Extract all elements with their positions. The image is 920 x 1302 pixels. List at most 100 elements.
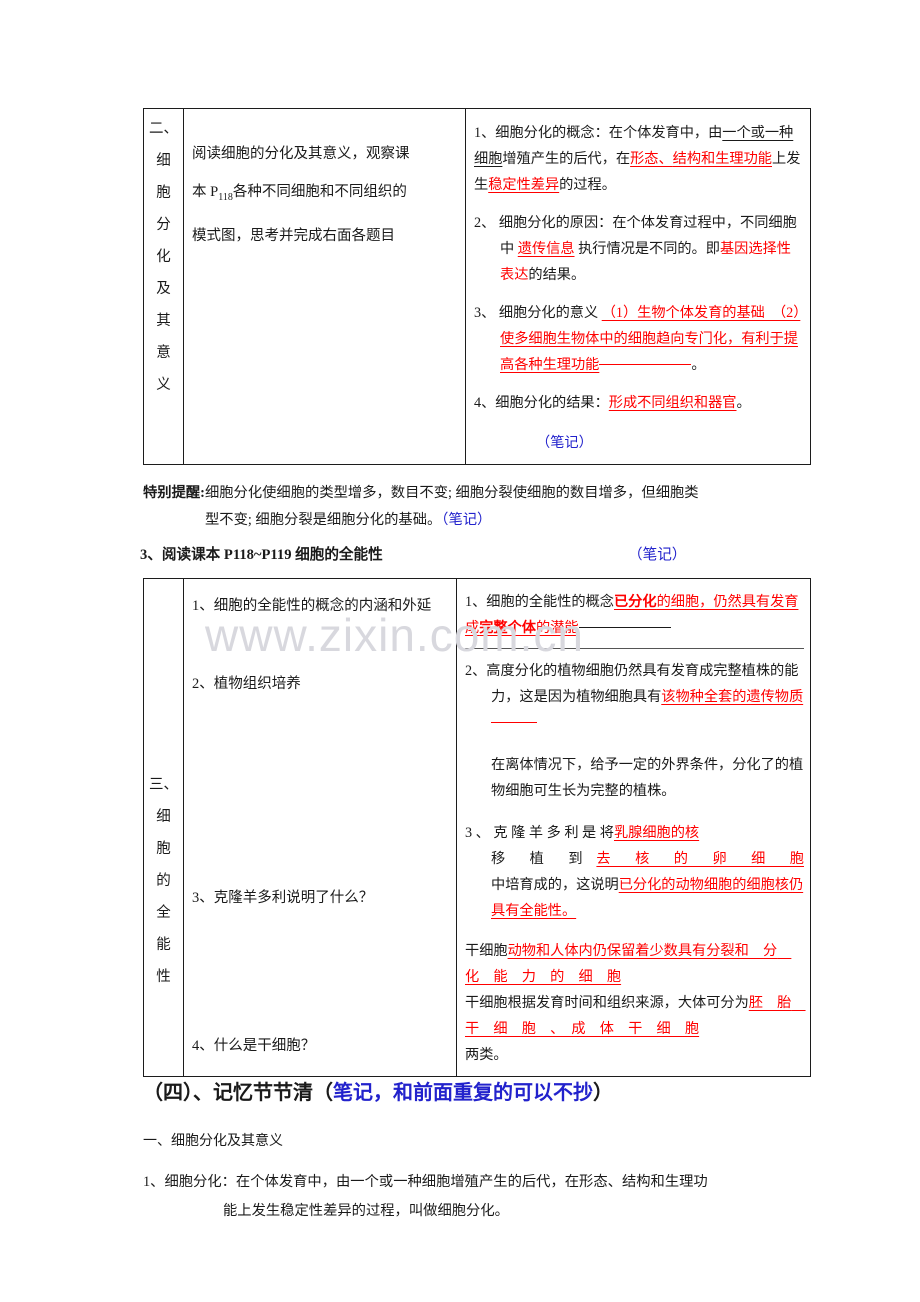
answer-3-blank-2: 去 核 的 卵 细 胞 [596,851,804,867]
table2-answers: 1、细胞的全能性的概念已分化的细胞，仍然具有发育成完整个体的潜能 2、高度分化的… [457,579,810,1076]
label-char: 的 [156,873,171,889]
answer-3-mid-2: 中培育成的，这说明 [491,877,619,893]
answer-2-extra: 在离体情况下，给予一定的外界条件，分化了的植物细胞可生长为完整的植株。 [491,757,804,799]
answer-item-1: 1、细胞的全能性的概念已分化的细胞，仍然具有发育成完整个体的潜能 [465,589,804,641]
question-1: 1、细胞的全能性的概念的内涵和外延 [192,598,432,614]
label-char: 二、 [149,121,178,137]
special-tip-line-2-text: 型不变; 细胞分裂是细胞分化的基础。 [205,512,442,528]
label-char: 意 [156,345,171,361]
question-line-3: 模式图，思考并完成右面各题目 [192,227,395,244]
answer-3-suffix: 。 [561,903,577,919]
final-item-paragraph: 1、细胞分化：在个体发育中，由一个或一种细胞增殖产生的后代，在形态、结构和生理功… [143,1168,809,1226]
table1-label-cell: 二、 细 胞 分 化 及 其 意 义 [143,108,184,465]
table1-answer-cell: 1、细胞分化的概念：在个体发育中，由一个或一种细胞增殖产生的后代，在形态、结构和… [465,108,811,465]
answer-4-suffix: 两类。 [465,1047,508,1063]
answer-3-prefix: 3 、 克 隆 羊 多 利 是 将 [465,825,614,841]
answer-3-line-3: 中培育成的，这说明已分化的动物细胞的细胞核仍具有全能性。 [465,872,804,924]
table-cell-differentiation: 二、 细 胞 分 化 及 其 意 义 阅读细胞的分化及其意义，观察课 本 P11… [143,108,811,465]
question-4: 4、什么是干细胞？ [192,1038,316,1054]
answer-4-blank-1: 动物和人体内仍保留着少数具有分裂和 分 化 能 力 的 细 胞 [465,943,792,985]
table1-vertical-label: 二、 细 胞 分 化 及 其 意 义 [144,109,183,401]
label-char: 及 [156,281,171,297]
answer-item-1: 1、细胞分化的概念：在个体发育中，由一个或一种细胞增殖产生的后代，在形态、结构和… [474,120,804,198]
final-item-line-2: 能上发生稳定性差异的过程，叫做细胞分化。 [223,1203,509,1219]
final-item-line-1: 1、细胞分化：在个体发育中，由一个或一种细胞增殖产生的后代，在形态、结构和生理功 [143,1174,708,1190]
blank-rule [491,722,537,723]
answer-3-mid-1: 移 植 到 [491,851,588,867]
table2-question-cell: 1、细胞的全能性的概念的内涵和外延 2、植物组织培养 3、克隆羊多利说明了什么？… [183,578,457,1077]
answer-4-mid: 干细胞根据发育时间和组织来源，大体可分为 [465,995,749,1011]
reading-heading-text: 3、阅读课本 P118~P119 细胞的全能性 [140,547,383,563]
answer-4-prefix: 干细胞 [465,943,508,959]
note-marker: 笔记，和前面重复的可以不抄 [333,1082,593,1104]
answer-item-2: 2、高度分化的植物细胞仍然具有发育成完整植株的能力，这是因为植物细胞具有该物种全… [465,658,804,736]
label-char: 胞 [156,185,171,201]
answer-4-line-2: 干细胞根据发育时间和组织来源，大体可分为胚 胎 干 细 胞 、 成 体 干 细 … [465,990,806,1042]
special-tip-label: 特别提醒: [143,485,205,501]
label-char: 能 [156,937,171,953]
answer-2-blank-1: 遗传信息 [517,241,575,257]
sub-heading-one: 一、细胞分化及其意义 [143,1134,283,1149]
label-char: 化 [156,249,171,265]
special-tip-line-2: 型不变; 细胞分裂是细胞分化的基础。（笔记） [143,507,809,534]
answer-item-2: 2、 细胞分化的原因：在个体发育过程中，不同细胞中 遗传信息 执行情况是不同的。… [474,210,804,288]
question-3: 3、克隆羊多利说明了什么？ [192,890,374,906]
label-char: 胞 [156,841,171,857]
section-four-prefix: （四）、记忆节节清（ [143,1082,333,1104]
table2-answer-cell: 1、细胞的全能性的概念已分化的细胞，仍然具有发育成完整个体的潜能 2、高度分化的… [456,578,811,1077]
label-char: 其 [156,313,171,329]
table1-question-text: 阅读细胞的分化及其意义，观察课 本 P118各种不同细胞和不同组织的 模式图，思… [184,109,465,263]
question-2: 2、植物组织培养 [192,676,301,692]
special-tip-paragraph: 特别提醒:细胞分化使细胞的类型增多，数目不变; 细胞分裂使细胞的数目增多，但细胞… [143,480,809,534]
note-marker: （笔记） [536,435,593,451]
answer-3-blank-1: 乳腺细胞的核 [613,825,700,841]
answer-1-blank-a: 已分化 [613,594,657,610]
answer-1-blank-3: 结构和生理功能 [672,151,772,167]
answer-1-blank-c: 完整个体 [479,620,536,636]
table2-questions: 1、细胞的全能性的概念的内涵和外延 2、植物组织培养 3、克隆羊多利说明了什么？… [184,579,456,1072]
table2-label-cell: 三、 细 胞 的 全 能 性 [143,578,184,1077]
answer-3-line-2: 移 植 到 去 核 的 卵 细 胞 [465,846,804,872]
label-char: 分 [156,217,171,233]
label-char: 细 [156,809,171,825]
answer-2-suffix: 的结果。 [528,267,586,283]
blank-rule [599,364,692,365]
answer-4-prefix: 4、细胞分化的结果： [474,395,609,411]
table1-answers: 1、细胞分化的概念：在个体发育中，由一个或一种细胞增殖产生的后代，在形态、结构和… [466,109,810,464]
answer-1-suffix: 的过程。 [559,177,616,193]
blank-rule [578,627,671,628]
answer-1-prefix: 1、细胞的全能性的概念 [465,594,614,610]
table1-question-cell: 阅读细胞的分化及其意义，观察课 本 P118各种不同细胞和不同组织的 模式图，思… [183,108,466,465]
answer-item-4: 4、细胞分化的结果：形成不同组织和器官。 [474,390,804,416]
note-marker: （笔记） [441,512,492,528]
answer-1-blank-2: 形态、 [630,151,673,167]
textbook-prefix: 本 P [192,184,219,200]
answer-item-4: 干细胞动物和人体内仍保留着少数具有分裂和 分 化 能 力 的 细 胞 [465,938,804,990]
textbook-suffix: 各种不同细胞和不同组织的 [232,184,407,200]
answer-4-suffix: 。 [736,395,751,411]
answer-item-3: 3 、 克 隆 羊 多 利 是 将乳腺细胞的核 [465,820,804,846]
answer-divider [465,648,804,649]
special-tip-line-1: 细胞分化使细胞的类型增多，数目不变; 细胞分裂使细胞的数目增多，但细胞类 [204,485,699,501]
question-line-2: 本 P118各种不同细胞和不同组织的 [192,173,459,217]
answer-3-suffix: 。 [691,357,706,373]
answer-3-prefix: 3、 细胞分化的意义 [474,305,599,321]
answer-2-mid: 执行情况是不同的。即 [578,241,720,257]
section-four-suffix: ） [593,1082,613,1104]
label-char: 义 [156,377,171,393]
answer-1-prefix: 1、细胞分化的概念：在个体发育中，由 [474,125,723,141]
page-number-subscript: 118 [218,191,233,203]
document-page: www.zixin.com.cn 二、 细 胞 分 化 及 其 意 义 阅读细胞… [0,0,920,1302]
table-cell-totipotency: 三、 细 胞 的 全 能 性 1、细胞的全能性的概念的内涵和外延 2、植物组织培… [143,578,811,1077]
answer-1-blank-4: 稳定性差异 [488,177,560,193]
answer-1-mid: 增殖产生的后代，在 [502,151,631,167]
answer-1-blank-d: 的潜能 [535,620,579,636]
label-char: 全 [156,905,171,921]
answer-4-blank: 形成不同组织和器官 [608,395,737,411]
label-char: 三、 [149,777,178,793]
label-char: 性 [156,969,171,985]
table2-vertical-label: 三、 细 胞 的 全 能 性 [144,579,183,993]
question-line-1: 阅读细胞的分化及其意义，观察课 [192,146,410,162]
section-four-heading: （四）、记忆节节清（笔记，和前面重复的可以不抄） [143,1078,823,1108]
answer-2-blank: 该物种全套的遗传物质 [661,689,804,705]
